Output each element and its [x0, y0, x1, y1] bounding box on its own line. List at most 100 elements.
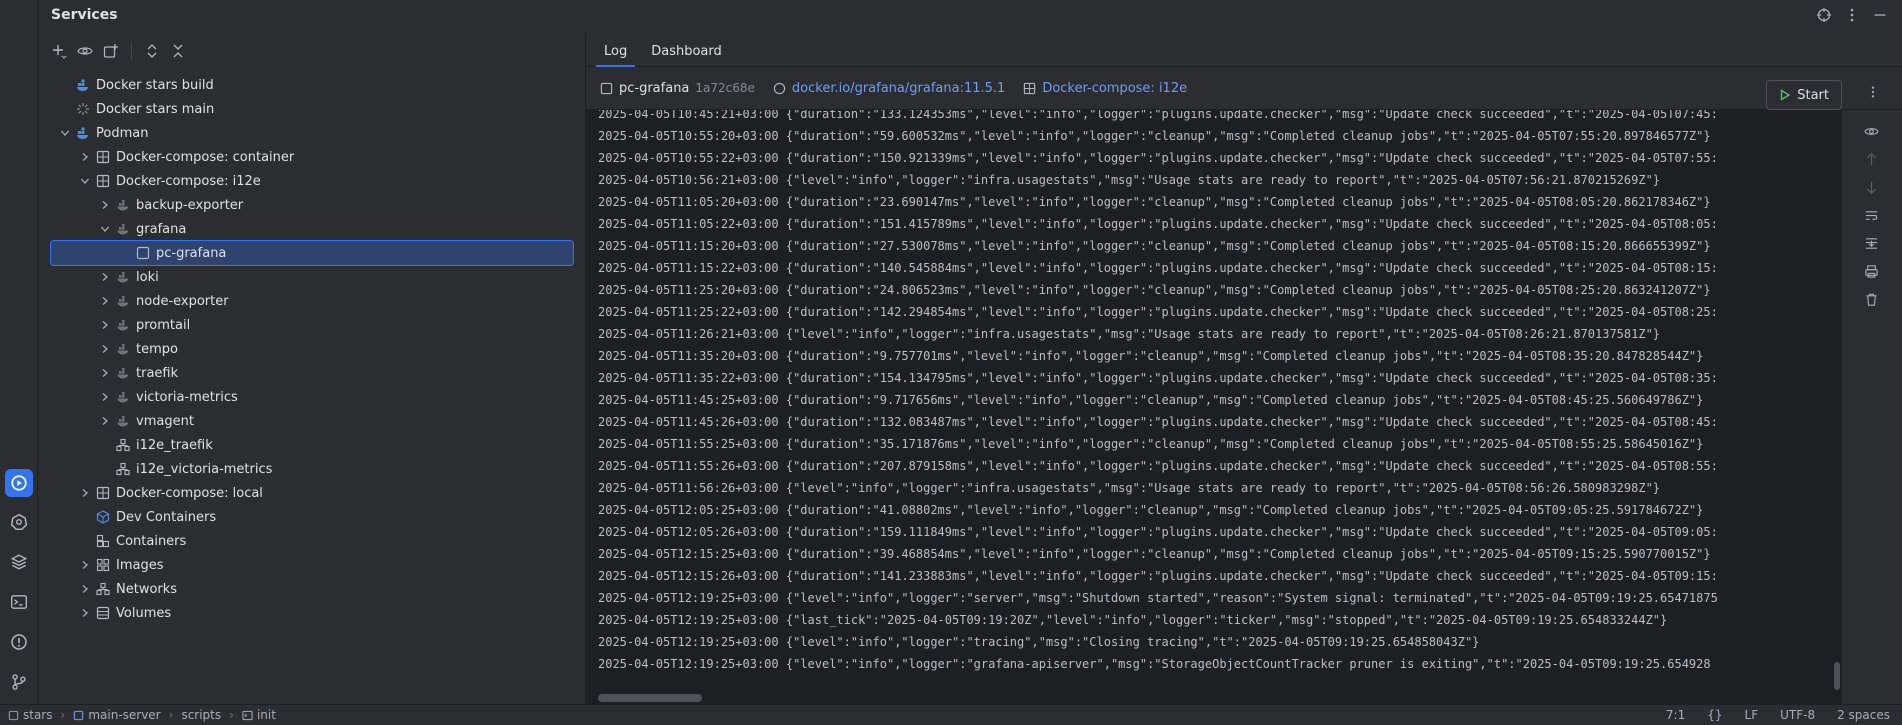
breadcrumb-main-server[interactable]: main-server — [73, 708, 161, 722]
log-line: 2025-04-05T12:19:25+03:00 {"level":"info… — [598, 635, 1480, 649]
tree-item-traefik[interactable]: traefik — [51, 361, 573, 385]
tree-item-containers[interactable]: Containers — [51, 529, 573, 553]
service-icon — [115, 221, 131, 237]
tree-item-victoria-metrics[interactable]: victoria-metrics — [51, 385, 573, 409]
line-ending[interactable]: LF — [1745, 708, 1759, 722]
tree-item-volumes[interactable]: Volumes — [51, 601, 573, 625]
tree-item-i12e-victoria-metrics[interactable]: i12e_victoria-metrics — [51, 457, 573, 481]
horizontal-scrollbar[interactable] — [598, 694, 702, 702]
start-button[interactable]: Start — [1766, 80, 1842, 110]
tree-item-docker-stars-build[interactable]: Docker stars build — [51, 73, 573, 97]
compose-icon — [95, 485, 111, 501]
minimize-button[interactable] — [1870, 5, 1890, 25]
chevron-right-icon[interactable] — [77, 557, 93, 573]
tree-item-label: backup-exporter — [136, 197, 244, 213]
chevron-right-icon[interactable] — [97, 413, 113, 429]
tool-window-strip — [0, 0, 38, 704]
scroll-to-end-button[interactable] — [1862, 234, 1880, 252]
tree-item-docker-compose-local[interactable]: Docker-compose: local — [51, 481, 573, 505]
breadcrumb-stars[interactable]: stars — [8, 708, 53, 722]
print-button[interactable] — [1862, 262, 1880, 280]
vertical-scrollbar[interactable] — [1834, 662, 1840, 690]
soft-wrap-button[interactable] — [1862, 206, 1880, 224]
tree-item-i12e-traefik[interactable]: i12e_traefik — [51, 433, 573, 457]
tree-item-tempo[interactable]: tempo — [51, 337, 573, 361]
chevron-down-icon[interactable] — [97, 221, 113, 237]
options-button[interactable] — [1842, 5, 1862, 25]
services-tool-button[interactable] — [5, 469, 33, 497]
target-button[interactable] — [1814, 5, 1834, 25]
chevron-right-icon[interactable] — [97, 293, 113, 309]
chevron-down-icon[interactable] — [77, 173, 93, 189]
new-tab-icon — [103, 44, 118, 58]
compose-link-item[interactable]: Docker-compose: i12e — [1023, 81, 1187, 96]
tree-item-docker-stars-main[interactable]: Docker stars main — [51, 97, 573, 121]
braces-widget[interactable]: {} — [1707, 708, 1722, 722]
tree-item-docker-compose-i12e[interactable]: Docker-compose: i12e — [51, 169, 573, 193]
log-line: 2025-04-05T11:15:20+03:00 {"duration":"2… — [598, 239, 1711, 253]
git-tool-button[interactable] — [5, 668, 33, 696]
tree-item-dev-containers[interactable]: Dev Containers — [51, 505, 573, 529]
breadcrumb-init[interactable]: init — [242, 708, 276, 722]
chevron-right-icon[interactable] — [77, 581, 93, 597]
caret-position[interactable]: 7:1 — [1666, 708, 1685, 722]
problems-tool-button[interactable] — [5, 628, 33, 656]
expand-all-button[interactable] — [142, 41, 162, 61]
indent-setting[interactable]: 2 spaces — [1837, 708, 1890, 722]
tree-item-promtail[interactable]: promtail — [51, 313, 573, 337]
chevron-right-icon[interactable] — [97, 197, 113, 213]
tree-item-docker-compose-container[interactable]: Docker-compose: container — [51, 145, 573, 169]
dev-containers-icon — [95, 509, 111, 525]
tree-item-label: Volumes — [116, 605, 172, 621]
chevron-right-icon[interactable] — [97, 341, 113, 357]
file-encoding[interactable]: UTF-8 — [1780, 708, 1815, 722]
image-link-item[interactable]: docker.io/grafana/grafana:11.5.1 — [773, 81, 1005, 96]
new-tab-button[interactable] — [101, 41, 121, 61]
scroll-up-button[interactable] — [1862, 150, 1880, 168]
tree-item-grafana[interactable]: grafana — [51, 217, 573, 241]
breadcrumb-scripts[interactable]: scripts — [181, 708, 221, 722]
image-icon — [773, 82, 786, 94]
chevron-right-icon[interactable] — [77, 485, 93, 501]
tree-item-pc-grafana[interactable]: pc-grafana — [50, 240, 574, 266]
chevron-right-icon[interactable] — [97, 269, 113, 285]
chevron-right-icon[interactable] — [77, 149, 93, 165]
view-options-button[interactable] — [75, 41, 95, 61]
kubernetes-tool-button[interactable] — [5, 508, 33, 536]
tree-item-node-exporter[interactable]: node-exporter — [51, 289, 573, 313]
collapse-all-button[interactable] — [168, 41, 188, 61]
tree-item-podman[interactable]: Podman — [51, 121, 573, 145]
target-icon — [1817, 8, 1831, 22]
tab-log[interactable]: Log — [592, 36, 639, 67]
log-output[interactable]: 2025-04-05T10:45:21+03:00 {"duration":"1… — [586, 110, 1842, 704]
tree-item-label: Podman — [96, 125, 149, 141]
chevron-right-icon[interactable] — [97, 389, 113, 405]
status-bar: stars › main-server › scripts › init 7:1… — [0, 704, 1902, 725]
tree-item-networks[interactable]: Networks — [51, 577, 573, 601]
eye-icon — [77, 47, 93, 55]
chevron-down-icon[interactable] — [57, 125, 73, 141]
clear-log-button[interactable] — [1862, 290, 1880, 308]
chevron-right-icon[interactable] — [77, 605, 93, 621]
tree-item-images[interactable]: Images — [51, 553, 573, 577]
layers-icon — [10, 554, 28, 570]
more-actions-button[interactable] — [1866, 84, 1880, 104]
tree-item-label: grafana — [136, 221, 187, 237]
compose-link[interactable]: Docker-compose: i12e — [1042, 81, 1187, 96]
tab-dashboard[interactable]: Dashboard — [639, 36, 734, 66]
image-link[interactable]: docker.io/grafana/grafana:11.5.1 — [792, 81, 1005, 96]
tree-item-vmagent[interactable]: vmagent — [51, 409, 573, 433]
chevron-right-icon[interactable] — [97, 365, 113, 381]
scroll-down-button[interactable] — [1862, 178, 1880, 196]
view-toggle-button[interactable] — [1862, 122, 1880, 140]
breadcrumb-label: main-server — [88, 708, 161, 722]
tree-item-backup-exporter[interactable]: backup-exporter — [51, 193, 573, 217]
breadcrumb-label: scripts — [181, 708, 222, 722]
layers-tool-button[interactable] — [5, 548, 33, 576]
tree-item-label: i12e_traefik — [136, 437, 213, 453]
chevron-right-icon[interactable] — [97, 317, 113, 333]
add-service-button[interactable] — [49, 41, 69, 61]
tree-item-loki[interactable]: loki — [51, 265, 573, 289]
terminal-tool-button[interactable] — [5, 588, 33, 616]
